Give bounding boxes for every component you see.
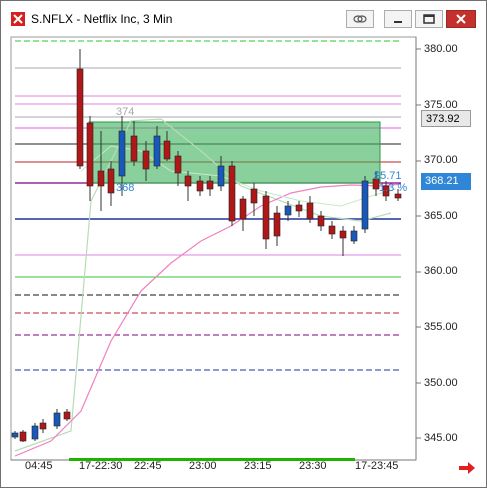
candle-body (39, 422, 47, 430)
candle-body (53, 412, 61, 427)
candle-body (317, 215, 325, 227)
candle-body (295, 204, 303, 212)
time-label-4: 23:15 (244, 460, 272, 472)
chart-window: S.NFLX - Netflix Inc, 3 Min 374 368 $5.7… (0, 0, 487, 488)
candle-body (217, 165, 225, 187)
candle-body (107, 168, 115, 194)
price-label-4: 360.00 (424, 265, 458, 277)
box-top-label: 374 (116, 106, 134, 118)
change-pct-label: 1.3 % (379, 182, 407, 194)
candle-body (394, 193, 402, 199)
candle-body (174, 155, 182, 174)
time-label-3: 23:00 (189, 460, 217, 472)
candle-body (328, 225, 336, 235)
candle-body (142, 150, 150, 170)
candle-body (153, 135, 161, 167)
candle-body (262, 195, 270, 240)
link-button[interactable] (346, 10, 374, 28)
price-label-5: 355.00 (424, 321, 458, 333)
candle-body (163, 140, 171, 160)
candle-body (239, 198, 247, 220)
time-label-5: 23:30 (299, 460, 327, 472)
box-bottom-label: 368 (116, 182, 134, 194)
candle-body (228, 165, 236, 222)
candle-body (339, 230, 347, 239)
close-icon (456, 14, 466, 24)
current-price-box: 368.21 (421, 173, 471, 190)
price-label-2: 370.00 (424, 154, 458, 166)
title-bar: S.NFLX - Netflix Inc, 3 Min (1, 1, 486, 35)
candle-body (76, 68, 84, 167)
time-label-0: 04:45 (25, 460, 53, 472)
candle-body (306, 202, 314, 220)
time-label-1: 17-22:30 (79, 460, 123, 472)
change-value-label: $5.71 (374, 170, 402, 182)
link-icon (353, 15, 367, 23)
app-icon (11, 12, 25, 26)
minimize-icon (394, 21, 402, 23)
candle-body (86, 122, 94, 187)
candle-body (184, 175, 192, 187)
price-ticks (416, 48, 421, 439)
close-button[interactable] (446, 10, 476, 28)
minimize-button[interactable] (384, 10, 412, 28)
candle-body (31, 425, 39, 440)
candle-body (19, 431, 27, 442)
price-label-0: 380.00 (424, 43, 458, 55)
scroll-right-icon[interactable] (457, 460, 477, 476)
candle-body (250, 188, 258, 204)
price-label-6: 350.00 (424, 377, 458, 389)
maximize-icon (423, 14, 435, 24)
candle-body (284, 205, 292, 216)
time-label-2: 22:45 (134, 460, 162, 472)
price-label-7: 345.00 (424, 432, 458, 444)
maximize-button[interactable] (415, 10, 443, 28)
candle-body (273, 212, 281, 237)
time-label-6: 17-23:45 (355, 460, 399, 472)
candle-body (350, 230, 358, 242)
candle-body (118, 130, 126, 177)
window-title: S.NFLX - Netflix Inc, 3 Min (31, 12, 173, 26)
candle-body (130, 135, 138, 162)
candle-body (63, 411, 71, 420)
candle-body (97, 170, 105, 187)
candle-body (11, 432, 19, 438)
candle-body (361, 180, 369, 230)
last-price-box: 373.92 (421, 110, 471, 127)
price-label-3: 365.00 (424, 210, 458, 222)
candle-body (196, 180, 204, 192)
price-chart[interactable]: 374 368 $5.71 1.3 % (1, 35, 486, 487)
candle-body (206, 180, 214, 190)
